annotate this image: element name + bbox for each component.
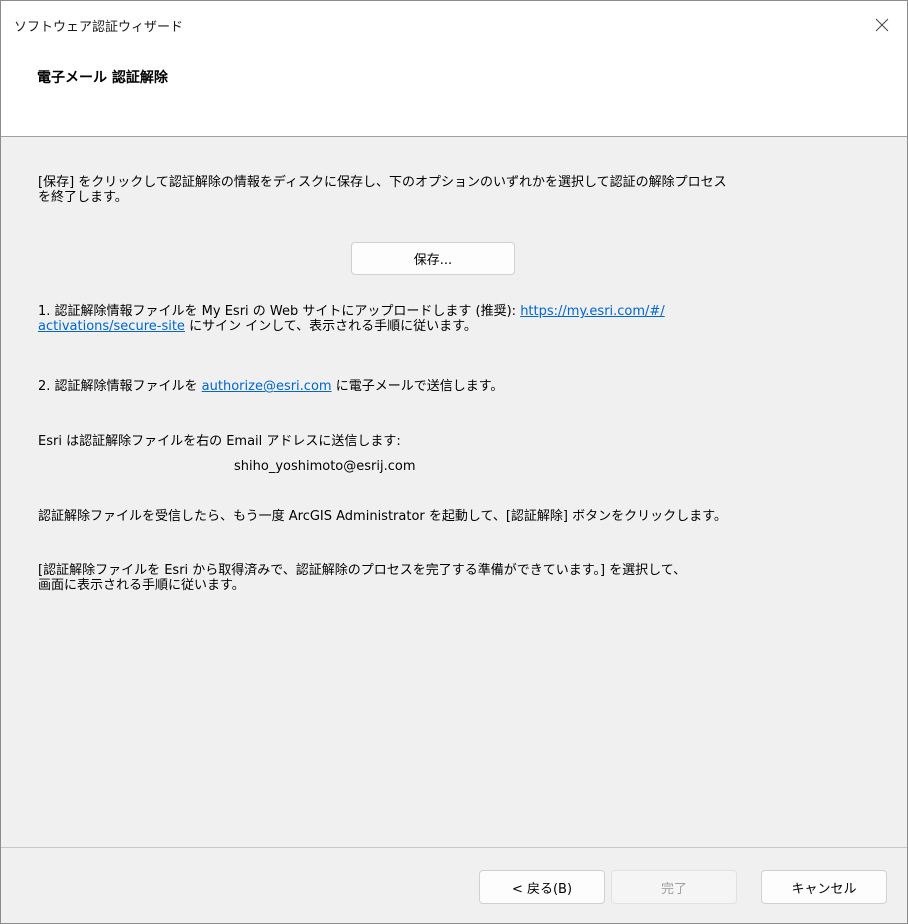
option1-line1: 1. 認証解除情報ファイルを My Esri の Web サイトにアップロードし… [38,304,665,319]
authorize-email-link[interactable]: authorize@esri.com [202,379,332,394]
final-text-line2: 画面に表示される手順に従います。 [38,578,245,593]
back-button[interactable]: < 戻る(B) [479,870,605,904]
title-bar: ソフトウェア認証ウィザード [1,1,907,49]
close-icon [875,18,889,32]
final-text-line1: [認証解除ファイルを Esri から取得済みで、認証解除のプロセスを完了する準備… [38,563,687,578]
option2-line: 2. 認証解除情報ファイルを authorize@esri.com に電子メール… [38,379,503,394]
my-esri-link-part1[interactable]: https://my.esri.com/#/ [520,304,665,319]
footer-divider [1,847,907,848]
email-note: Esri は認証解除ファイルを右の Email アドレスに送信します: [38,434,401,449]
my-esri-link-part2[interactable]: activations/secure-site [38,319,185,334]
save-button[interactable]: 保存... [351,242,515,275]
cancel-button[interactable]: キャンセル [761,870,887,904]
option2-suffix: に電子メールで送信します。 [331,379,504,394]
after-receive-text: 認証解除ファイルを受信したら、もう一度 ArcGIS Administrator… [38,509,727,524]
page-title: 電子メール 認証解除 [37,70,168,86]
option1-suffix: にサイン インして、表示される手順に従います。 [184,319,477,334]
window-title: ソフトウェア認証ウィザード [14,20,184,35]
finish-button: 完了 [611,870,737,904]
email-address: shiho_yoshimoto@esrij.com [234,459,416,474]
header-divider [1,136,907,137]
option2-prefix: 2. 認証解除情報ファイルを [38,379,202,394]
intro-text-line2: を終了します。 [38,190,128,205]
close-button[interactable] [857,1,907,49]
option1-prefix: 1. 認証解除情報ファイルを My Esri の Web サイトにアップロードし… [38,304,521,319]
header-panel: 電子メール 認証解除 [1,49,907,136]
intro-text-line1: [保存] をクリックして認証解除の情報をディスクに保存し、下のオプションのいずれ… [38,175,727,190]
option1-line2: activations/secure-site にサイン インして、表示される手… [38,319,477,334]
wizard-window: ソフトウェア認証ウィザード 電子メール 認証解除 [保存] をクリックして認証解… [0,0,908,924]
